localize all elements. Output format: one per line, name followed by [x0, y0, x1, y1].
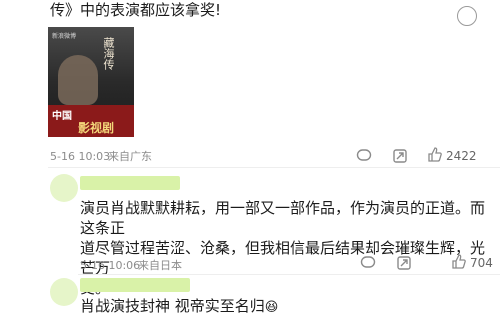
share-icon[interactable]: [392, 148, 408, 168]
comment-time: 5-16 10:03: [50, 150, 111, 163]
like-count: 2422: [446, 149, 477, 163]
comment-text: 肖战演技封神 视帝实至名归😆: [80, 296, 278, 318]
comment-icon[interactable]: [360, 255, 376, 275]
comment-location: 来自日本: [138, 259, 182, 272]
username-redacted[interactable]: [80, 176, 180, 190]
comment-text-line: 演员肖战默默耕耘，用一部又一部作品，作为演员的正道。而这条正: [80, 199, 486, 237]
like-icon[interactable]: [450, 253, 468, 275]
like-icon[interactable]: [426, 146, 444, 168]
username-redacted[interactable]: [80, 278, 190, 292]
poster-tag-left: 中国: [52, 111, 72, 122]
poster-corner-logo: 新浪微博: [52, 33, 77, 40]
poster-tag-main: 影视剧: [78, 121, 115, 135]
share-icon[interactable]: [396, 255, 412, 275]
poster-brand-title: 藏海传: [102, 37, 115, 70]
emoji-icon: 😆: [264, 300, 279, 315]
comment-time: 5-16 10:06: [80, 259, 141, 272]
comment-location: 来自广东: [108, 150, 152, 163]
poster-image[interactable]: 新浪微博 藏海传 中国 影视剧: [48, 27, 134, 137]
emoji-icon[interactable]: [457, 6, 477, 26]
avatar[interactable]: [50, 278, 78, 306]
top-comment-text: 传》中的表演都应该拿奖!: [50, 1, 222, 19]
comment-text-line: 肖战演技封神 视帝实至名归: [80, 297, 265, 315]
divider: [48, 167, 500, 168]
poster-figure: [58, 55, 98, 105]
avatar[interactable]: [50, 174, 78, 202]
comment-icon[interactable]: [356, 148, 372, 168]
divider: [78, 274, 500, 275]
like-count: 704: [470, 256, 493, 270]
